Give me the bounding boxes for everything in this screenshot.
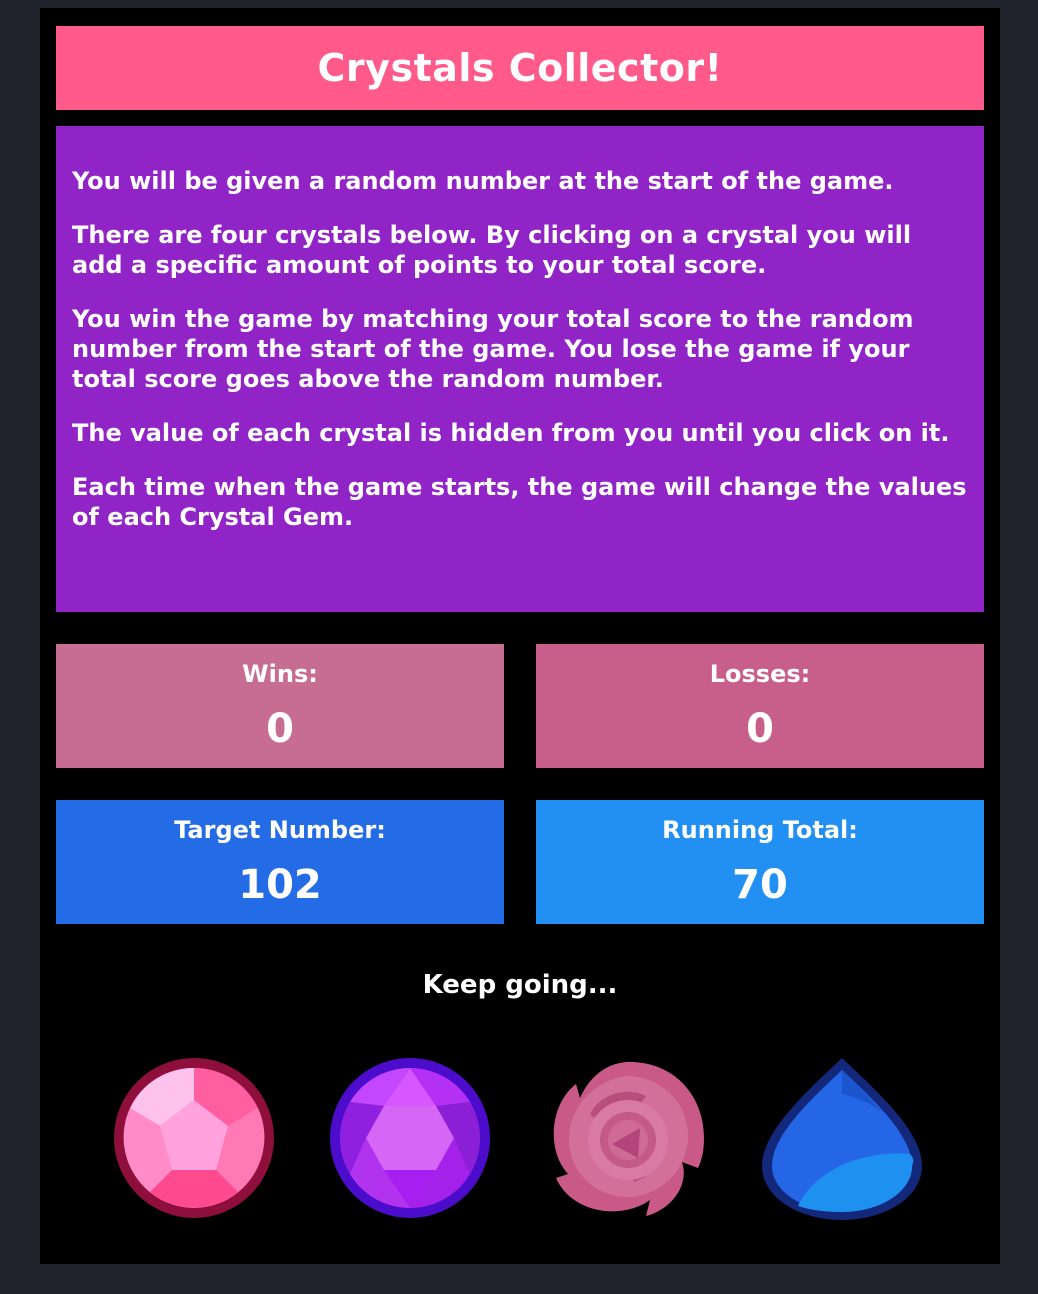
target-number-label: Target Number:	[174, 816, 386, 844]
losses-value: 0	[746, 706, 774, 752]
blue-teardrop-gem-icon	[762, 1058, 922, 1220]
rose-spiral-gem-icon	[553, 1061, 704, 1216]
crystal-button-3[interactable]	[542, 1054, 710, 1222]
status-message: Keep going...	[422, 970, 618, 1000]
instruction-paragraph: You win the game by matching your total …	[72, 305, 914, 393]
page-title: Crystals Collector!	[317, 46, 723, 90]
purple-hexagon-gem-icon	[330, 1058, 490, 1218]
title-banner: Crystals Collector!	[56, 26, 984, 110]
instruction-paragraph: There are four crystals below. By clicki…	[72, 221, 912, 279]
losses-box: Losses: 0	[536, 644, 984, 768]
running-total-value: 70	[732, 862, 788, 908]
instruction-paragraph: Each time when the game starts, the game…	[72, 473, 967, 531]
running-total-label: Running Total:	[662, 816, 858, 844]
wins-value: 0	[266, 706, 294, 752]
wins-label: Wins:	[242, 660, 318, 688]
instruction-paragraph: You will be given a random number at the…	[72, 167, 894, 195]
instructions-panel: You will be given a random number at the…	[56, 126, 984, 612]
target-number-box: Target Number: 102	[56, 800, 504, 924]
crystal-button-4[interactable]	[758, 1054, 926, 1222]
losses-label: Losses:	[709, 660, 811, 688]
target-number-value: 102	[238, 862, 322, 908]
crystal-button-2[interactable]	[326, 1054, 494, 1222]
crystal-button-1[interactable]	[110, 1054, 278, 1222]
running-total-box: Running Total: 70	[536, 800, 984, 924]
instruction-paragraph: The value of each crystal is hidden from…	[72, 419, 950, 447]
game-container: Crystals Collector! You will be given a …	[40, 8, 1000, 1264]
pink-pentagon-gem-icon	[114, 1058, 274, 1218]
wins-box: Wins: 0	[56, 644, 504, 768]
